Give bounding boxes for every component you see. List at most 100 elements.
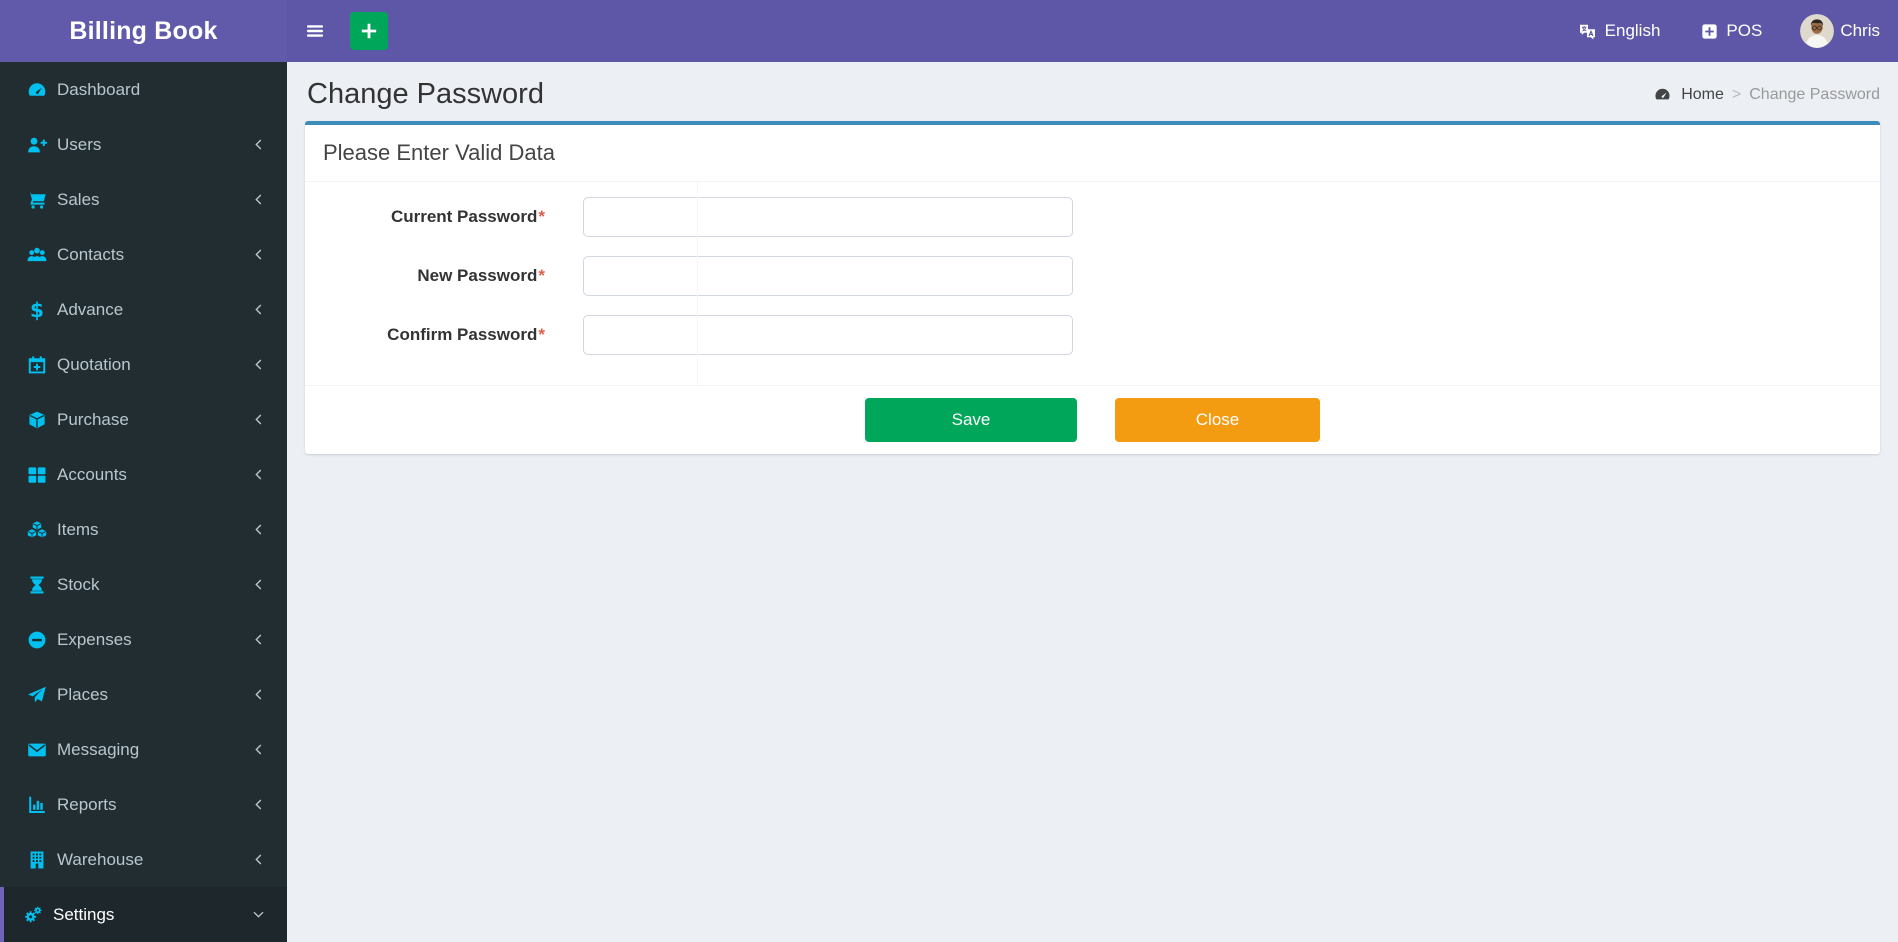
chevron-left-icon: [251, 795, 266, 815]
cubes-icon: [26, 520, 48, 540]
sidebar-item-items[interactable]: Items: [0, 502, 287, 557]
user-menu[interactable]: Chris: [1800, 0, 1880, 62]
users-icon: [26, 245, 48, 265]
card-header: Please Enter Valid Data: [305, 125, 1880, 182]
field-label: Confirm Password*: [305, 325, 545, 345]
field-label-text: New Password: [417, 266, 538, 285]
breadcrumb-current: Change Password: [1749, 85, 1880, 103]
change-password-form: Current Password* New Password* Confirm Pa…: [305, 182, 1880, 385]
sidebar-item-dashboard[interactable]: Dashboard: [0, 62, 287, 117]
chevron-down-icon: [251, 905, 266, 925]
sidebar-item-sales[interactable]: Sales: [0, 172, 287, 227]
current-password-input[interactable]: [583, 197, 1073, 237]
envelope-icon: [26, 740, 48, 760]
calendar-plus-icon: [26, 355, 48, 375]
sidebar-item-label: Places: [57, 684, 109, 704]
chevron-left-icon: [251, 355, 266, 375]
sidebar-item-stock[interactable]: Stock: [0, 557, 287, 612]
sidebar-item-warehouse[interactable]: Warehouse: [0, 832, 287, 887]
pos-label: POS: [1726, 21, 1763, 40]
save-button[interactable]: Save: [865, 398, 1077, 442]
plus-square-icon: [1698, 21, 1720, 41]
breadcrumb-separator: >: [1731, 85, 1742, 103]
language-icon: [1577, 21, 1599, 41]
minus-circle-icon: [26, 630, 48, 650]
main-content: Change Password Home > Change Password P…: [287, 62, 1898, 937]
change-password-card: Please Enter Valid Data Current Password…: [305, 121, 1880, 454]
paper-plane-icon: [26, 685, 48, 705]
content-header: Change Password Home > Change Password: [287, 62, 1898, 121]
sidebar-item-label: Purchase: [57, 409, 129, 429]
chevron-left-icon: [251, 685, 266, 705]
quick-add-button[interactable]: [350, 12, 388, 50]
sidebar-item-places[interactable]: Places: [0, 667, 287, 722]
cart-icon: [26, 190, 48, 210]
sidebar-item-label: Settings: [53, 904, 115, 924]
building-icon: [26, 850, 48, 870]
chevron-left-icon: [251, 740, 266, 760]
grid-icon: [26, 465, 48, 485]
cube-icon: [26, 410, 48, 430]
sidebar-item-accounts[interactable]: Accounts: [0, 447, 287, 502]
sidebar-toggle-button[interactable]: [287, 0, 344, 62]
chevron-left-icon: [251, 300, 266, 320]
bars-icon: [304, 21, 326, 41]
sidebar-item-label: Users: [57, 134, 102, 154]
sidebar-item-label: Advance: [57, 299, 124, 319]
plus-icon: [358, 21, 380, 41]
breadcrumb-home-link[interactable]: Home: [1681, 86, 1724, 104]
card-footer: Save Close: [305, 385, 1880, 454]
sidebar-menu: Dashboard Users Sales Contacts $ Advance Quota…: [0, 62, 287, 942]
sidebar-item-label: Reports: [57, 794, 117, 814]
new-password-input[interactable]: [583, 256, 1073, 296]
home-dashboard-icon: [1651, 85, 1673, 105]
chevron-left-icon: [251, 465, 266, 485]
bar-chart-icon: [26, 795, 48, 815]
field-label: New Password*: [305, 266, 545, 286]
form-row: New Password*: [305, 256, 1880, 296]
sidebar-item-label: Quotation: [57, 354, 131, 374]
sidebar-item-users[interactable]: Users: [0, 117, 287, 172]
user-avatar: [1800, 14, 1835, 48]
column-divider: [697, 182, 698, 385]
sidebar-item-label: Stock: [57, 574, 100, 594]
sidebar-item-label: Expenses: [57, 629, 132, 649]
sidebar-item-label: Accounts: [57, 464, 127, 484]
sidebar-item-expenses[interactable]: Expenses: [0, 612, 287, 667]
required-asterisk: *: [538, 325, 545, 344]
chevron-left-icon: [251, 630, 266, 650]
cogs-icon: [22, 905, 44, 925]
chevron-left-icon: [251, 410, 266, 430]
sidebar-item-label: Warehouse: [57, 849, 144, 869]
page-title: Change Password: [307, 78, 544, 110]
sidebar: Dashboard Users Sales Contacts $ Advance Quota…: [0, 62, 287, 942]
user-plus-icon: [26, 135, 48, 155]
language-menu[interactable]: English: [1577, 0, 1661, 62]
app-logo[interactable]: Billing Book: [0, 0, 287, 62]
confirm-password-input[interactable]: [583, 315, 1073, 355]
sidebar-item-purchase[interactable]: Purchase: [0, 392, 287, 447]
field-label-text: Current Password: [390, 207, 538, 226]
hourglass-icon: [26, 575, 48, 595]
close-button[interactable]: Close: [1115, 398, 1320, 442]
user-name: Chris: [1840, 21, 1880, 40]
chevron-left-icon: [251, 520, 266, 540]
field-label: Current Password*: [305, 207, 545, 227]
required-asterisk: *: [538, 207, 545, 226]
sidebar-item-label: Items: [57, 519, 99, 539]
sidebar-item-quotation[interactable]: Quotation: [0, 337, 287, 392]
sidebar-item-contacts[interactable]: Contacts: [0, 227, 287, 282]
language-label: English: [1604, 21, 1661, 40]
sidebar-item-settings[interactable]: Settings: [0, 887, 287, 942]
chevron-left-icon: [251, 245, 266, 265]
dollar-icon: $: [30, 297, 44, 322]
field-label-text: Confirm Password: [387, 325, 538, 344]
sidebar-item-messaging[interactable]: Messaging: [0, 722, 287, 777]
sidebar-item-advance[interactable]: $ Advance: [0, 282, 287, 337]
sidebar-item-label: Contacts: [57, 244, 125, 264]
sidebar-item-label: Dashboard: [57, 79, 141, 99]
sidebar-item-reports[interactable]: Reports: [0, 777, 287, 832]
sidebar-item-label: Sales: [57, 189, 100, 209]
chevron-left-icon: [251, 190, 266, 210]
pos-button[interactable]: POS: [1698, 0, 1762, 62]
